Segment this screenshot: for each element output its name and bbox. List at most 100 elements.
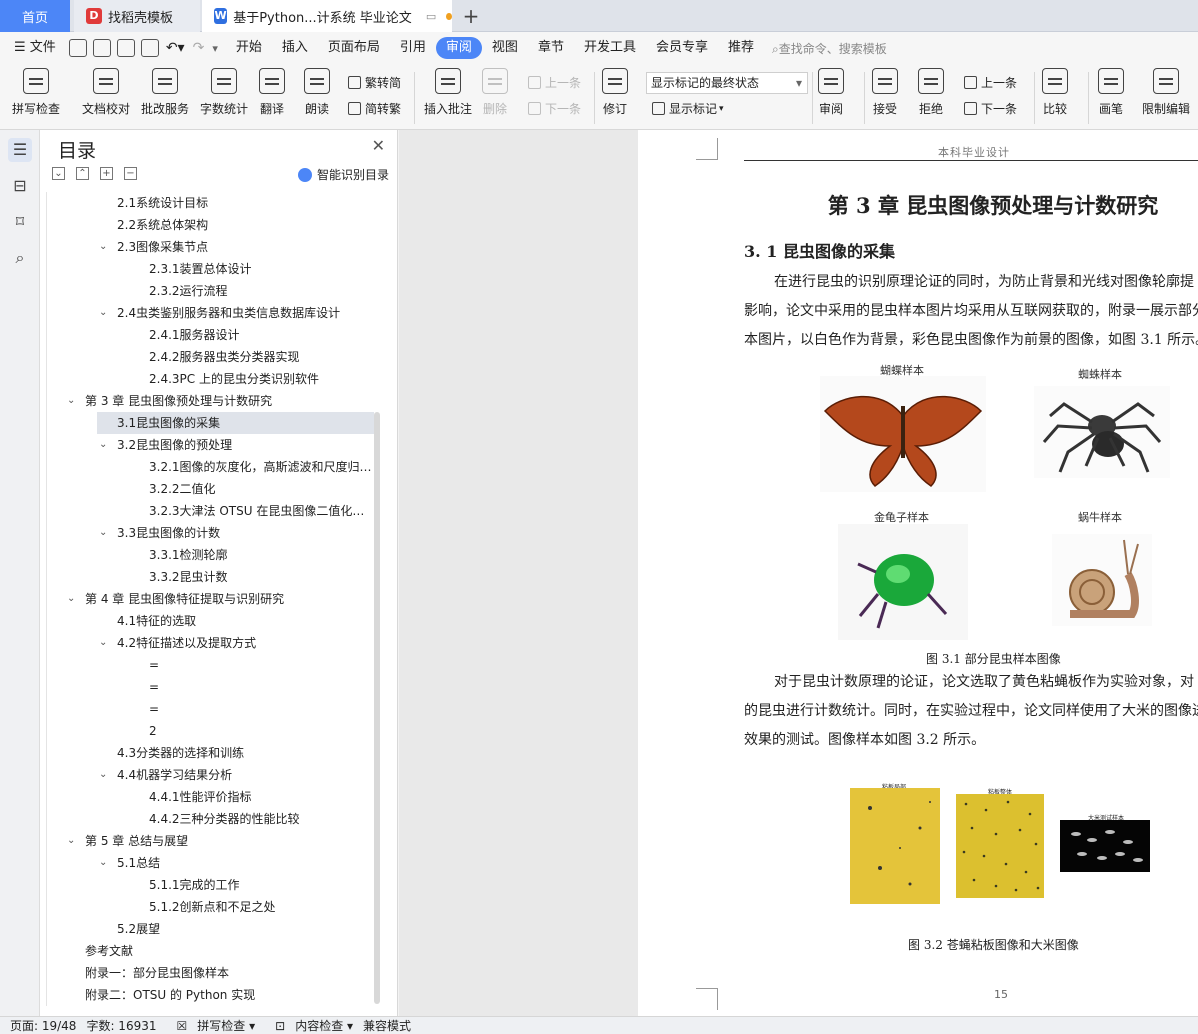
toc-item[interactable]: 3.2.3大津法 OTSU 在昆虫图像二值化中的应用 <box>149 500 373 522</box>
toc-item[interactable]: 2.4.3PC 上的昆虫分类识别软件 <box>149 368 373 390</box>
toc-item[interactable]: = <box>149 676 373 698</box>
new-tab-button[interactable]: + <box>456 0 486 32</box>
correction-button[interactable]: 批改服务 <box>141 68 189 117</box>
monitor-icon[interactable]: ▭ <box>426 10 436 23</box>
toc-item[interactable]: 2.2系统总体架构 <box>117 214 373 236</box>
expand-chevron-icon[interactable]: ⌄ <box>99 632 111 654</box>
command-search[interactable]: ⌕查找命令、搜索模板 <box>772 40 887 57</box>
toc-item[interactable]: 2.3图像采集节点 <box>117 236 373 258</box>
menu-item[interactable]: 开发工具 <box>574 37 646 59</box>
print-icon[interactable] <box>116 39 135 57</box>
toc-item[interactable]: 第 3 章 昆虫图像预处理与计数研究 <box>85 390 373 412</box>
toc-item[interactable]: 4.1特征的选取 <box>117 610 373 632</box>
toc-item[interactable]: 第 5 章 总结与展望 <box>85 830 373 852</box>
expand-up-icon[interactable]: ⌃ <box>76 167 89 180</box>
menu-item[interactable]: 审阅 <box>435 37 482 59</box>
menu-item[interactable]: 插入 <box>272 37 318 59</box>
menu-item[interactable]: 章节 <box>528 37 574 59</box>
tab-template[interactable]: D 找稻壳模板 <box>74 0 200 32</box>
toc-item[interactable]: 3.2.2二值化 <box>149 478 373 500</box>
expand-chevron-icon[interactable]: ⌄ <box>99 434 111 456</box>
close-icon[interactable]: ✕ <box>372 136 385 155</box>
toc-item[interactable]: 附录一：部分昆虫图像样本 <box>85 962 373 984</box>
pen-button[interactable]: 画笔 <box>1098 68 1124 117</box>
toc-item[interactable]: 第 4 章 昆虫图像特征提取与识别研究 <box>85 588 373 610</box>
search-icon[interactable]: ⌕ <box>8 246 32 270</box>
accept-button[interactable]: 接受 <box>872 68 898 117</box>
menu-item[interactable]: 开始 <box>226 37 272 59</box>
toc-item[interactable]: 3.1昆虫图像的采集 <box>97 412 374 434</box>
prev-comment-button[interactable]: 上一条 <box>528 74 581 91</box>
reject-button[interactable]: 拒绝 <box>918 68 944 117</box>
expand-chevron-icon[interactable]: ⌄ <box>67 830 79 852</box>
outline-icon[interactable]: ⊟ <box>8 174 32 198</box>
smart-toc-button[interactable]: 智能识别目录 <box>297 166 389 183</box>
toc-item[interactable]: 参考文献 <box>85 940 373 962</box>
markup-state-select[interactable]: 显示标记的最终状态 <box>646 72 808 94</box>
toc-item[interactable]: 2 <box>149 720 373 742</box>
menu-item[interactable]: 视图 <box>482 37 528 59</box>
toc-item[interactable]: 5.1.1完成的工作 <box>149 874 373 896</box>
toc-item[interactable]: 3.2.1图像的灰度化，高斯滤波和尺度归一化 <box>149 456 373 478</box>
bookmark-icon[interactable]: ⌑ <box>8 210 32 234</box>
menu-item[interactable]: 页面布局 <box>318 37 390 59</box>
trad-to-simp-button[interactable]: 繁转简 <box>348 74 401 91</box>
read-aloud-button[interactable]: 朗读 <box>304 68 330 117</box>
doc-check-button[interactable]: 文档校对 <box>82 68 130 117</box>
translate-button[interactable]: 翻译 <box>259 68 285 117</box>
toc-item[interactable]: 3.2昆虫图像的预处理 <box>117 434 373 456</box>
toc-item[interactable]: 2.4.2服务器虫类分类器实现 <box>149 346 373 368</box>
word-count[interactable]: 字数: 16931 <box>86 1017 156 1034</box>
toc-scrollbar[interactable] <box>374 412 380 1004</box>
more-icon[interactable]: ▾ <box>212 42 218 55</box>
toc-item[interactable]: 4.3分类器的选择和训练 <box>117 742 373 764</box>
prev-change-button[interactable]: 上一条 <box>964 74 1017 91</box>
menu-item[interactable]: 会员专享 <box>646 37 718 59</box>
undo-icon[interactable]: ↶▾ <box>166 40 185 56</box>
redo-icon[interactable]: ↷ <box>193 40 205 56</box>
page-indicator[interactable]: 页面: 19/48 <box>10 1017 76 1034</box>
toc-item[interactable]: 5.2展望 <box>117 918 373 940</box>
toc-item[interactable]: = <box>149 654 373 676</box>
track-changes-button[interactable]: 修订 <box>602 68 628 117</box>
menu-item[interactable]: 推荐 <box>718 37 764 59</box>
toc-item[interactable]: 4.2特征描述以及提取方式 <box>117 632 373 654</box>
toc-item[interactable]: 3.3昆虫图像的计数 <box>117 522 373 544</box>
toc-item[interactable]: 附录二：OTSU 的 Python 实现 <box>85 984 373 1006</box>
show-markup-button[interactable]: 显示标记 ▾ <box>652 100 724 117</box>
toc-item[interactable]: 3.3.2昆虫计数 <box>149 566 373 588</box>
content-check-status[interactable]: ⊡ 内容检查 ▾ <box>265 1017 353 1034</box>
file-menu[interactable]: ☰ 文件 <box>0 37 66 59</box>
expand-chevron-icon[interactable]: ⌄ <box>67 588 79 610</box>
export-icon[interactable] <box>92 39 111 57</box>
document-page[interactable]: 本科毕业设计 第 3 章 昆虫图像预处理与计数研究 3. 1 昆虫图像的采集 在… <box>638 130 1198 1016</box>
toc-item[interactable]: 3.3.1检测轮廓 <box>149 544 373 566</box>
expand-chevron-icon[interactable]: ⌄ <box>99 852 111 874</box>
menu-item[interactable]: 引用 <box>390 37 436 59</box>
compare-button[interactable]: 比较 <box>1042 68 1068 117</box>
expand-chevron-icon[interactable]: ⌄ <box>99 302 111 324</box>
toc-item[interactable]: 5.1.2创新点和不足之处 <box>149 896 373 918</box>
preview-icon[interactable] <box>140 39 159 57</box>
add-level-icon[interactable]: + <box>100 167 113 180</box>
toc-item[interactable]: 5.1总结 <box>117 852 373 874</box>
toc-item[interactable]: 4.4.2三种分类器的性能比较 <box>149 808 373 830</box>
toc-item[interactable]: 4.4.1性能评价指标 <box>149 786 373 808</box>
toc-item[interactable]: 2.4.1服务器设计 <box>149 324 373 346</box>
toc-item[interactable]: 2.3.2运行流程 <box>149 280 373 302</box>
expand-chevron-icon[interactable]: ⌄ <box>99 764 111 786</box>
review-pane-button[interactable]: 审阅 <box>818 68 844 117</box>
toc-panel-icon[interactable]: ☰ <box>8 138 32 162</box>
tab-home[interactable]: 首页 <box>0 0 70 32</box>
expand-chevron-icon[interactable]: ⌄ <box>67 390 79 412</box>
toc-item[interactable]: = <box>149 698 373 720</box>
word-count-button[interactable]: 字数统计 <box>200 68 248 117</box>
toc-item[interactable]: 2.4虫类鉴别服务器和虫类信息数据库设计 <box>117 302 373 324</box>
toc-item[interactable]: 2.1系统设计目标 <box>117 192 373 214</box>
remove-level-icon[interactable]: − <box>124 167 137 180</box>
expand-chevron-icon[interactable]: ⌄ <box>99 522 111 544</box>
toc-item[interactable]: 2.3.1装置总体设计 <box>149 258 373 280</box>
spell-check-button[interactable]: 拼写检查 <box>12 68 60 117</box>
collapse-all-icon[interactable]: ⌄ <box>52 167 65 180</box>
save-icon[interactable] <box>68 39 87 57</box>
